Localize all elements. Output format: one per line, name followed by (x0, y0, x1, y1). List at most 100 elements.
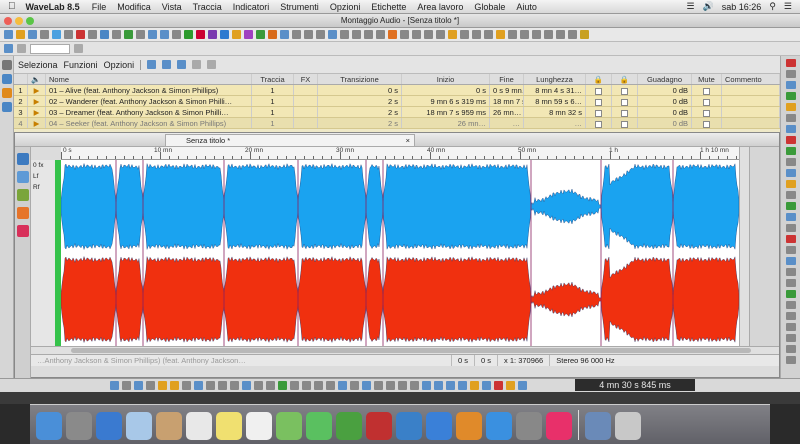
transport-icon[interactable] (194, 381, 203, 390)
columns-icon[interactable] (177, 60, 187, 69)
lock-checkbox[interactable] (586, 85, 612, 95)
clip-name[interactable]: 04 – Seeker (feat. Anthony Jackson & Sim… (46, 118, 252, 128)
downloads-icon[interactable] (585, 412, 611, 440)
wifi-icon[interactable]: ☰ (686, 1, 694, 12)
clip-name[interactable]: 03 – Dreamer (feat. Anthony Jackson & Si… (46, 107, 252, 117)
zoom-out-icon[interactable] (136, 30, 145, 39)
cursor-icon[interactable] (364, 30, 373, 39)
scrub-icon[interactable] (532, 30, 541, 39)
waveform-display[interactable] (61, 160, 739, 346)
menu-area-lavoro[interactable]: Area lavoro (417, 2, 463, 12)
col-lock-icon[interactable]: 🔒 (586, 74, 612, 84)
transport-icon[interactable] (362, 381, 371, 390)
close-window-button[interactable] (4, 17, 12, 25)
metronome-icon[interactable] (544, 30, 553, 39)
settings-icon[interactable] (2, 102, 12, 112)
ratio-icon[interactable] (172, 30, 181, 39)
menu-strumenti[interactable]: Strumenti (280, 2, 319, 12)
mail-icon[interactable] (126, 412, 152, 440)
transport-icon[interactable] (410, 381, 419, 390)
copy-icon[interactable] (88, 30, 97, 39)
spectrum-icon[interactable] (208, 30, 217, 39)
zoom-window-button[interactable] (26, 17, 34, 25)
solo-icon[interactable] (436, 30, 445, 39)
new-icon[interactable] (4, 30, 13, 39)
side-tool-icon[interactable] (786, 224, 796, 232)
transport-icon[interactable] (326, 381, 335, 390)
transport-icon[interactable] (314, 381, 323, 390)
duplicate-icon[interactable] (484, 30, 493, 39)
search-icon[interactable]: ⚲ (769, 1, 776, 12)
checkbox[interactable] (703, 120, 710, 128)
reminders-icon[interactable] (246, 412, 272, 440)
fade-out-icon[interactable] (400, 30, 409, 39)
col-lunghezza[interactable]: Lunghezza (524, 74, 586, 84)
crossfade-icon[interactable] (316, 30, 325, 39)
status-field-2[interactable]: 0 s (474, 355, 497, 366)
menu-seleziona[interactable]: Seleziona (18, 60, 58, 70)
chevron-down-icon[interactable] (74, 44, 83, 53)
transport-icon[interactable] (170, 381, 179, 390)
clip-name[interactable]: 01 – Alive (feat. Anthony Jackson & Simo… (46, 85, 252, 95)
redo-icon[interactable] (64, 30, 73, 39)
app-menu[interactable]: WaveLab 8.5 (26, 2, 80, 12)
paste-icon[interactable] (100, 30, 109, 39)
lock2-checkbox[interactable] (612, 118, 638, 128)
transport-icon[interactable] (290, 381, 299, 390)
side-tool-icon[interactable] (786, 59, 796, 67)
scroll-thumb[interactable] (71, 348, 751, 353)
analyze-icon[interactable] (256, 30, 265, 39)
col-nome[interactable]: Nome (46, 74, 252, 84)
side-tool-icon[interactable] (786, 125, 796, 133)
side-tool-icon[interactable] (786, 103, 796, 111)
side-tool-icon[interactable] (786, 268, 796, 276)
vst-icon[interactable] (220, 30, 229, 39)
snap-icon[interactable] (340, 30, 349, 39)
render-icon[interactable] (232, 30, 241, 39)
info-icon[interactable] (2, 74, 12, 84)
col-fine[interactable]: Fine (490, 74, 524, 84)
checkbox[interactable] (595, 120, 602, 128)
side-tool-icon[interactable] (786, 158, 796, 166)
transport-icon[interactable] (518, 381, 527, 390)
time-display[interactable]: 4 mn 30 s 845 ms (575, 379, 695, 391)
col-traccia[interactable]: Traccia (252, 74, 294, 84)
mute-checkbox[interactable] (692, 118, 722, 128)
transport-icon[interactable] (266, 381, 275, 390)
transport-icon[interactable] (374, 381, 383, 390)
status-zoom-ratio[interactable]: x 1: 370966 (497, 355, 549, 366)
ungroup-icon[interactable] (472, 30, 481, 39)
list-icon[interactable] (147, 60, 157, 69)
status-audio-format[interactable]: Stereo 96 000 Hz (549, 355, 620, 366)
transport-icon[interactable] (146, 381, 155, 390)
menu-aiuto[interactable]: Aiuto (516, 2, 537, 12)
checkbox[interactable] (595, 98, 602, 106)
messages-icon[interactable] (306, 412, 332, 440)
transport-icon[interactable] (134, 381, 143, 390)
checkbox[interactable] (703, 98, 710, 106)
ibooks-icon[interactable] (456, 412, 482, 440)
transport-icon[interactable] (458, 381, 467, 390)
side-tool-icon[interactable] (786, 334, 796, 342)
select-tool-icon[interactable] (17, 171, 29, 183)
menu-globale[interactable]: Globale (474, 2, 505, 12)
side-tool-icon[interactable] (786, 136, 796, 144)
side-tool-icon[interactable] (786, 279, 796, 287)
menu-etichette[interactable]: Etichette (371, 2, 406, 12)
mute-checkbox[interactable] (692, 107, 722, 117)
table-row[interactable]: 4 ▶ 04 – Seeker (feat. Anthony Jackson & S… (14, 118, 780, 129)
record-icon[interactable] (494, 381, 503, 390)
transport-icon[interactable] (122, 381, 131, 390)
side-tool-icon[interactable] (786, 70, 796, 78)
safari-icon[interactable] (96, 412, 122, 440)
launchpad-icon[interactable] (66, 412, 92, 440)
vertical-scrollbar[interactable] (739, 147, 749, 346)
layout-icon[interactable] (568, 30, 577, 39)
transport-icon[interactable] (482, 381, 491, 390)
lock-checkbox[interactable] (586, 107, 612, 117)
mute-checkbox[interactable] (692, 85, 722, 95)
checkbox[interactable] (595, 109, 602, 117)
trash-icon[interactable] (615, 412, 641, 440)
checkbox[interactable] (595, 87, 602, 95)
waveform-icon[interactable] (17, 189, 29, 201)
